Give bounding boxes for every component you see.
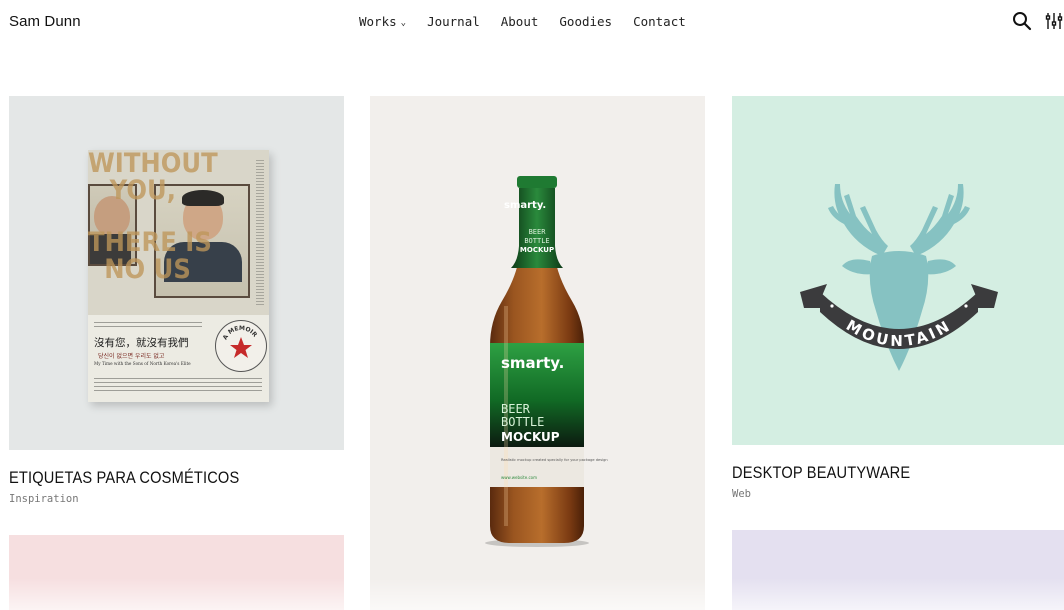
chevron-down-icon: ⌄ [400,18,407,28]
card-image-deer[interactable]: MOUNTAIN [732,96,1064,445]
portfolio-card-beautyware[interactable]: MOUNTAIN DESKTOP BEAUTYWARE Web [732,96,1064,516]
book-title-line: WITHOUT [88,148,218,179]
label-small-text: Realistic mockup created specially for y… [501,458,608,462]
card-title[interactable]: ETIQUETAS PARA COSMÉTICOS [9,468,239,488]
label-line-2: BOTTLE [501,415,544,429]
search-icon[interactable] [1012,11,1032,31]
svg-text:A MEMOIR: A MEMOIR [222,325,259,341]
memoir-badge: A MEMOIR [215,320,267,372]
card-image-book[interactable]: WITHOUT YOU, THERE IS NO US 沒有您，就沒有我們 당신… [9,96,344,450]
deer-logo-illustration: MOUNTAIN [800,184,998,371]
book-title-line: YOU, [109,175,176,206]
brand-logo[interactable]: Sam Dunn [9,13,81,30]
site-header: Sam Dunn Works ⌄ Journal About Goodies Co… [0,0,1064,44]
card-title[interactable]: DESKTOP BEAUTYWARE [732,463,910,483]
nav-about[interactable]: About [501,14,539,29]
portfolio-card-lavender[interactable] [732,530,1064,610]
memoir-badge-text: A MEMOIR [222,325,259,341]
beer-bottle-illustration: smarty. BEER BOTTLE MOCKUP smarty. BEER … [485,176,608,547]
book-title: WITHOUT YOU, THERE IS NO US [88,150,251,283]
neck-brand: smarty. [504,200,546,211]
neck-line-2: BOTTLE [524,237,549,245]
book-korean-line: 당신이 없으면 우리도 없고 [98,353,165,360]
book-spine-text [256,160,264,305]
neck-line-1: BEER [529,228,547,236]
label-line-1: BEER [501,402,531,416]
book-cover: WITHOUT YOU, THERE IS NO US 沒有您，就沒有我們 당신… [88,150,269,402]
nav-contact[interactable]: Contact [633,14,686,29]
book-fineprint-lines [94,378,262,394]
portfolio-card-pink[interactable] [9,535,344,610]
nav-journal[interactable]: Journal [427,14,480,29]
nav-works[interactable]: Works ⌄ [359,14,406,29]
book-fineprint-top [94,322,202,330]
nav-works-label: Works [359,14,397,29]
portfolio-card-etiquetas[interactable]: WITHOUT YOU, THERE IS NO US 沒有您，就沒有我們 당신… [9,96,344,516]
nav-goodies[interactable]: Goodies [559,14,612,29]
label-url: www.website.com [501,475,537,480]
book-subtitle: My Time with the Sons of North Korea's E… [94,361,191,366]
sliders-icon[interactable] [1044,11,1064,31]
main-nav: Works ⌄ Journal About Goodies Contact [359,14,707,29]
label-line-3: MOCKUP [501,430,560,444]
card-category[interactable]: Web [732,488,751,500]
book-title-line: THERE IS [88,227,212,258]
book-title-line: NO US [104,254,191,285]
card-image-bottle[interactable]: smarty. BEER BOTTLE MOCKUP smarty. BEER … [370,96,705,610]
label-brand: smarty. [501,354,564,372]
card-image-lavender[interactable] [732,530,1064,610]
neck-line-3: MOCKUP [520,246,554,254]
book-chinese-title: 沒有您，就沒有我們 [94,337,189,349]
portfolio-card-beer-bottle[interactable]: smarty. BEER BOTTLE MOCKUP smarty. BEER … [370,96,705,610]
card-image-pink[interactable] [9,535,344,610]
card-category[interactable]: Inspiration [9,493,79,505]
